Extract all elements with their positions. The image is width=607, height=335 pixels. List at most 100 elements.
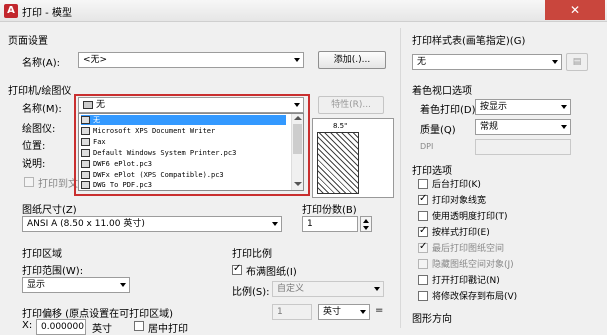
quality-select[interactable]: 常规 <box>475 119 571 135</box>
scale-unit-select[interactable]: 英寸 <box>318 304 370 320</box>
shade-plot-label: 着色打印(D) <box>420 105 476 116</box>
offset-x-input[interactable]: 0.000000 <box>36 319 86 335</box>
title-bar <box>0 0 607 22</box>
plot-area-group-label: 打印区域 <box>22 249 62 260</box>
printer-icon <box>81 127 90 135</box>
dropdown-scrollbar[interactable] <box>291 114 303 190</box>
plot-option-label: 按样式打印(E) <box>432 228 490 238</box>
paper-sheet-preview <box>317 132 359 194</box>
paper-size-value: ANSI A (8.50 x 11.00 英寸) <box>27 219 145 229</box>
plot-option-checkbox[interactable] <box>418 211 428 221</box>
printer-icon <box>81 138 90 146</box>
plotter-label: 绘图仪: <box>22 124 56 135</box>
copies-label: 打印份数(B) <box>302 205 357 216</box>
drawing-orientation-group-label: 图形方向 <box>412 314 452 325</box>
chevron-down-icon <box>360 310 366 314</box>
paper-preview: 8.5" <box>312 118 394 198</box>
dropdown-item[interactable]: 无 <box>81 115 286 125</box>
chevron-down-icon <box>552 60 558 64</box>
printer-icon <box>83 100 93 109</box>
center-plot-checkbox[interactable] <box>134 321 144 331</box>
dropdown-item[interactable]: Default Windows System Printer.pc3 <box>81 148 236 158</box>
page-setup-name-select[interactable]: <无> <box>78 52 304 68</box>
dpi-label: DPI <box>420 142 434 151</box>
plot-option-label: 后台打印(K) <box>432 180 481 190</box>
plot-option-label: 隐藏图纸空间对象(J) <box>432 260 514 270</box>
scroll-thumb[interactable] <box>293 124 302 154</box>
where-label: 位置: <box>22 141 46 152</box>
plot-scale-group-label: 打印比例 <box>232 249 272 260</box>
plot-option-checkbox[interactable] <box>418 241 428 253</box>
chevron-down-icon <box>120 283 126 287</box>
spin-up-icon[interactable] <box>363 219 369 223</box>
scale-number: 1 <box>277 307 283 317</box>
dropdown-item[interactable]: Microsoft XPS Document Writer <box>81 126 215 136</box>
plot-option-label: 打印对象线宽 <box>432 196 487 206</box>
paper-width-dimension: 8.5" <box>333 122 348 130</box>
plot-range-value: 显示 <box>27 280 46 290</box>
plot-option-label: 最后打印图纸空间 <box>432 244 505 254</box>
plot-option-checkbox[interactable] <box>418 291 428 301</box>
fit-to-paper-label: 布满图纸(I) <box>246 267 297 278</box>
offset-x-label: X: <box>22 320 33 331</box>
printer-icon <box>81 149 90 157</box>
plot-option-checkbox[interactable] <box>418 193 428 205</box>
edit-icon: ▤ <box>572 57 582 67</box>
dropdown-item[interactable]: DWF6 ePlot.pc3 <box>81 159 152 169</box>
window-title: 打印 - 模型 <box>22 8 72 19</box>
plotter-icon <box>81 171 90 179</box>
shade-plot-select[interactable]: 按显示 <box>475 99 571 115</box>
page-setup-name-value: <无> <box>83 55 108 65</box>
page-setup-group-label: 页面设置 <box>8 36 48 47</box>
dropdown-item[interactable]: DWG To PDF.pc3 <box>81 180 152 190</box>
plot-range-label: 打印范围(W): <box>22 266 84 277</box>
add-page-setup-button[interactable]: 添加(.)... <box>318 51 386 69</box>
plot-option-checkbox[interactable] <box>418 275 428 285</box>
viewport-options-group-label: 着色视口选项 <box>412 86 472 97</box>
plot-style-table-value: 无 <box>417 57 427 67</box>
scale-number-input[interactable]: 1 <box>272 304 312 320</box>
plot-option-checkbox[interactable] <box>418 225 428 237</box>
plot-options-group-label: 打印选项 <box>412 166 452 177</box>
dropdown-item[interactable]: DWFx ePlot (XPS Compatible).pc3 <box>81 170 224 180</box>
description-label: 说明: <box>22 159 46 170</box>
spin-down-icon[interactable] <box>363 226 369 230</box>
scale-unit-value: 英寸 <box>323 307 342 317</box>
print-to-file-checkbox[interactable] <box>24 177 34 187</box>
scroll-down-icon[interactable] <box>294 182 302 186</box>
properties-button[interactable]: 特性(R)... <box>318 96 384 114</box>
dpi-input[interactable] <box>475 139 571 155</box>
plotter-icon <box>81 160 90 168</box>
dropdown-item[interactable]: Fax <box>81 137 106 147</box>
copies-spinner[interactable]: 1 <box>302 216 358 232</box>
paper-size-select[interactable]: ANSI A (8.50 x 11.00 英寸) <box>22 216 282 232</box>
plot-range-select[interactable]: 显示 <box>22 277 130 293</box>
chevron-down-icon <box>294 103 300 107</box>
copies-spin-buttons[interactable] <box>360 216 372 232</box>
quality-label: 质量(Q) <box>420 125 456 136</box>
plot-option-checkbox[interactable] <box>418 259 428 269</box>
chevron-down-icon <box>561 105 567 109</box>
quality-value: 常规 <box>480 122 499 132</box>
shade-plot-value: 按显示 <box>480 102 508 112</box>
printer-group-label: 打印机/绘图仪 <box>8 86 72 97</box>
printer-dropdown-list[interactable]: 无 Microsoft XPS Document Writer Fax Defa… <box>78 113 304 191</box>
scale-select[interactable]: 自定义 <box>272 281 384 297</box>
paper-size-label: 图纸尺寸(Z) <box>22 205 77 216</box>
plotter-icon <box>81 181 90 189</box>
chevron-down-icon <box>374 287 380 291</box>
scroll-up-icon[interactable] <box>294 116 302 120</box>
printer-name-select[interactable]: 无 <box>78 97 304 113</box>
close-button[interactable]: ✕ <box>545 0 605 20</box>
plot-style-table-select[interactable]: 无 <box>412 54 562 70</box>
plot-option-label: 使用透明度打印(T) <box>432 212 508 222</box>
plot-offset-label: 打印偏移 (原点设置在可打印区域) <box>22 309 173 320</box>
offset-x-value: 0.000000 <box>41 322 84 332</box>
scale-value: 自定义 <box>277 284 305 294</box>
equals-sign: = <box>375 305 384 316</box>
fit-to-paper-checkbox[interactable] <box>232 263 242 275</box>
plot-option-checkbox[interactable] <box>418 179 428 189</box>
panel-separator <box>400 28 401 328</box>
edit-style-button[interactable]: ▤ <box>566 53 588 71</box>
printer-name-label: 名称(M): <box>22 104 62 115</box>
